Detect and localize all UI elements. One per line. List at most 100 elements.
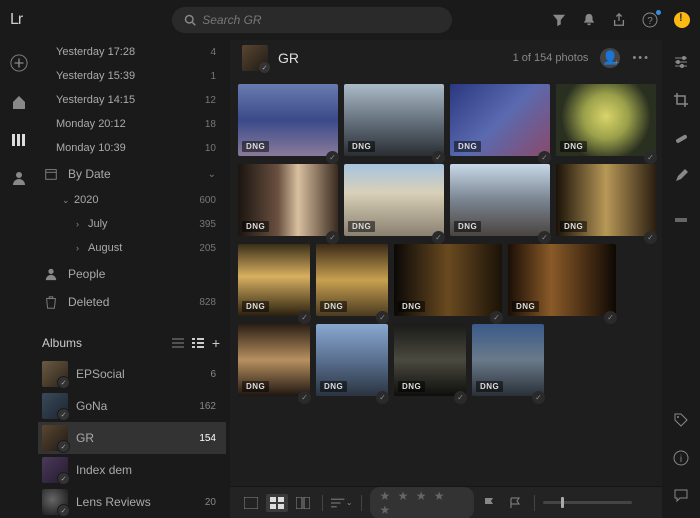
search-placeholder: Search GR <box>202 13 261 27</box>
photo-thumbnail[interactable]: DNG✓ <box>316 324 388 396</box>
file-type-badge: DNG <box>512 301 539 312</box>
bottom-toolbar: ⌄ ★ ★ ★ ★ ★ <box>230 486 662 518</box>
album-name: EPSocial <box>76 367 125 381</box>
search-icon <box>184 14 196 26</box>
year-row[interactable]: ⌄ 2020 600 <box>38 188 226 212</box>
sync-check-icon: ✓ <box>298 391 311 404</box>
photo-thumbnail[interactable]: DNG✓ <box>238 164 338 236</box>
chevron-right-icon: › <box>76 219 88 229</box>
file-type-badge: DNG <box>454 221 481 232</box>
photo-thumbnail[interactable]: DNG✓ <box>316 244 388 316</box>
recent-import-row[interactable]: Monday 20:1218 <box>38 112 226 136</box>
photo-thumbnail[interactable]: DNG✓ <box>394 244 502 316</box>
sidebar: Yesterday 17:284Yesterday 15:391Yesterda… <box>38 40 230 518</box>
sync-check-icon: ✓ <box>532 391 545 404</box>
sync-check-icon: ✓ <box>326 231 339 244</box>
left-rail <box>0 40 38 518</box>
recent-import-row[interactable]: Yesterday 15:391 <box>38 64 226 88</box>
photo-thumbnail[interactable]: DNG✓ <box>508 244 616 316</box>
sync-check-icon: ✓ <box>538 231 551 244</box>
right-rail: i <box>662 40 700 518</box>
content-area: GR 1 of 154 photos 👤+ ••• DNG✓DNG✓DNG✓DN… <box>230 40 662 518</box>
gradient-icon[interactable] <box>673 212 689 228</box>
home-icon[interactable] <box>11 94 27 110</box>
sync-check-icon: ✓ <box>604 311 617 324</box>
shared-icon[interactable] <box>11 170 27 186</box>
photo-thumbnail[interactable]: DNG✓ <box>394 324 466 396</box>
album-thumbnail <box>242 45 268 71</box>
file-type-badge: DNG <box>398 381 425 392</box>
file-type-badge: DNG <box>242 301 269 312</box>
sync-check-icon: ✓ <box>376 311 389 324</box>
brush-icon[interactable] <box>673 168 689 184</box>
compare-view-button[interactable] <box>292 494 314 512</box>
bell-icon[interactable] <box>582 13 596 27</box>
photo-thumbnail[interactable]: DNG✓ <box>472 324 544 396</box>
edit-sliders-icon[interactable] <box>673 54 689 70</box>
healing-brush-icon[interactable] <box>673 130 689 146</box>
more-options-button[interactable]: ••• <box>632 52 650 64</box>
photo-thumbnail[interactable]: DNG✓ <box>238 244 310 316</box>
my-photos-icon[interactable] <box>11 132 27 148</box>
photo-grid-view-button[interactable] <box>240 494 262 512</box>
filter-icon[interactable] <box>552 13 566 27</box>
info-icon[interactable]: i <box>673 450 689 466</box>
by-date-label: By Date <box>68 167 111 181</box>
square-grid-view-button[interactable] <box>266 494 288 512</box>
help-icon[interactable]: ? <box>642 12 658 28</box>
photo-thumbnail[interactable]: DNG✓ <box>556 84 656 156</box>
add-album-button[interactable]: + <box>212 335 220 351</box>
file-type-badge: DNG <box>398 301 425 312</box>
thumbnail-size-slider[interactable] <box>543 501 632 504</box>
rating-filter[interactable]: ★ ★ ★ ★ ★ <box>370 487 475 518</box>
comments-icon[interactable] <box>673 488 689 504</box>
album-name: GR <box>76 431 94 445</box>
recent-import-row[interactable]: Yesterday 17:284 <box>38 40 226 64</box>
album-thumb <box>42 457 68 483</box>
album-thumb <box>42 361 68 387</box>
file-type-badge: DNG <box>560 141 587 152</box>
album-name: Lens Reviews <box>76 495 151 509</box>
album-item[interactable]: Index dem <box>38 454 226 486</box>
sync-check-icon: ✓ <box>432 151 445 164</box>
file-type-badge: DNG <box>320 301 347 312</box>
deleted-row[interactable]: Deleted 828 <box>38 288 226 316</box>
flag-picked-button[interactable] <box>478 494 500 512</box>
recent-import-row[interactable]: Yesterday 14:1512 <box>38 88 226 112</box>
sync-check-icon: ✓ <box>326 151 339 164</box>
search-box[interactable]: Search GR <box>172 7 452 33</box>
by-date-row[interactable]: By Date ⌄ <box>38 160 226 188</box>
album-item[interactable]: GR154 <box>38 422 226 454</box>
contributor-avatar[interactable]: 👤+ <box>600 48 620 68</box>
album-item[interactable]: EPSocial6 <box>38 358 226 390</box>
chevron-right-icon: › <box>76 243 88 253</box>
month-row[interactable]: ›July395 <box>38 212 226 236</box>
people-row[interactable]: People <box>38 260 226 288</box>
sort-button[interactable]: ⌄ <box>331 494 353 512</box>
sync-status-icon[interactable] <box>674 12 690 28</box>
album-item[interactable]: GoNa162 <box>38 390 226 422</box>
photo-thumbnail[interactable]: DNG✓ <box>238 324 310 396</box>
add-photos-button[interactable] <box>10 54 28 72</box>
photo-thumbnail[interactable]: DNG✓ <box>238 84 338 156</box>
photo-thumbnail[interactable]: DNG✓ <box>344 164 444 236</box>
album-thumb <box>42 425 68 451</box>
person-icon <box>44 267 58 281</box>
recent-import-row[interactable]: Monday 10:3910 <box>38 136 226 160</box>
trash-icon <box>44 295 58 309</box>
month-row[interactable]: ›August205 <box>38 236 226 260</box>
share-icon[interactable] <box>612 13 626 27</box>
album-name: GoNa <box>76 399 107 413</box>
crop-icon[interactable] <box>673 92 689 108</box>
photo-thumbnail[interactable]: DNG✓ <box>450 84 550 156</box>
flag-rejected-button[interactable] <box>504 494 526 512</box>
list-view-icon[interactable] <box>172 337 184 349</box>
photo-thumbnail[interactable]: DNG✓ <box>344 84 444 156</box>
album-item[interactable]: Lens Reviews20 <box>38 486 226 518</box>
photo-thumbnail[interactable]: DNG✓ <box>556 164 656 236</box>
file-type-badge: DNG <box>348 141 375 152</box>
photo-thumbnail[interactable]: DNG✓ <box>450 164 550 236</box>
keywords-icon[interactable] <box>673 412 689 428</box>
file-type-badge: DNG <box>242 381 269 392</box>
compact-list-icon[interactable] <box>192 337 204 349</box>
